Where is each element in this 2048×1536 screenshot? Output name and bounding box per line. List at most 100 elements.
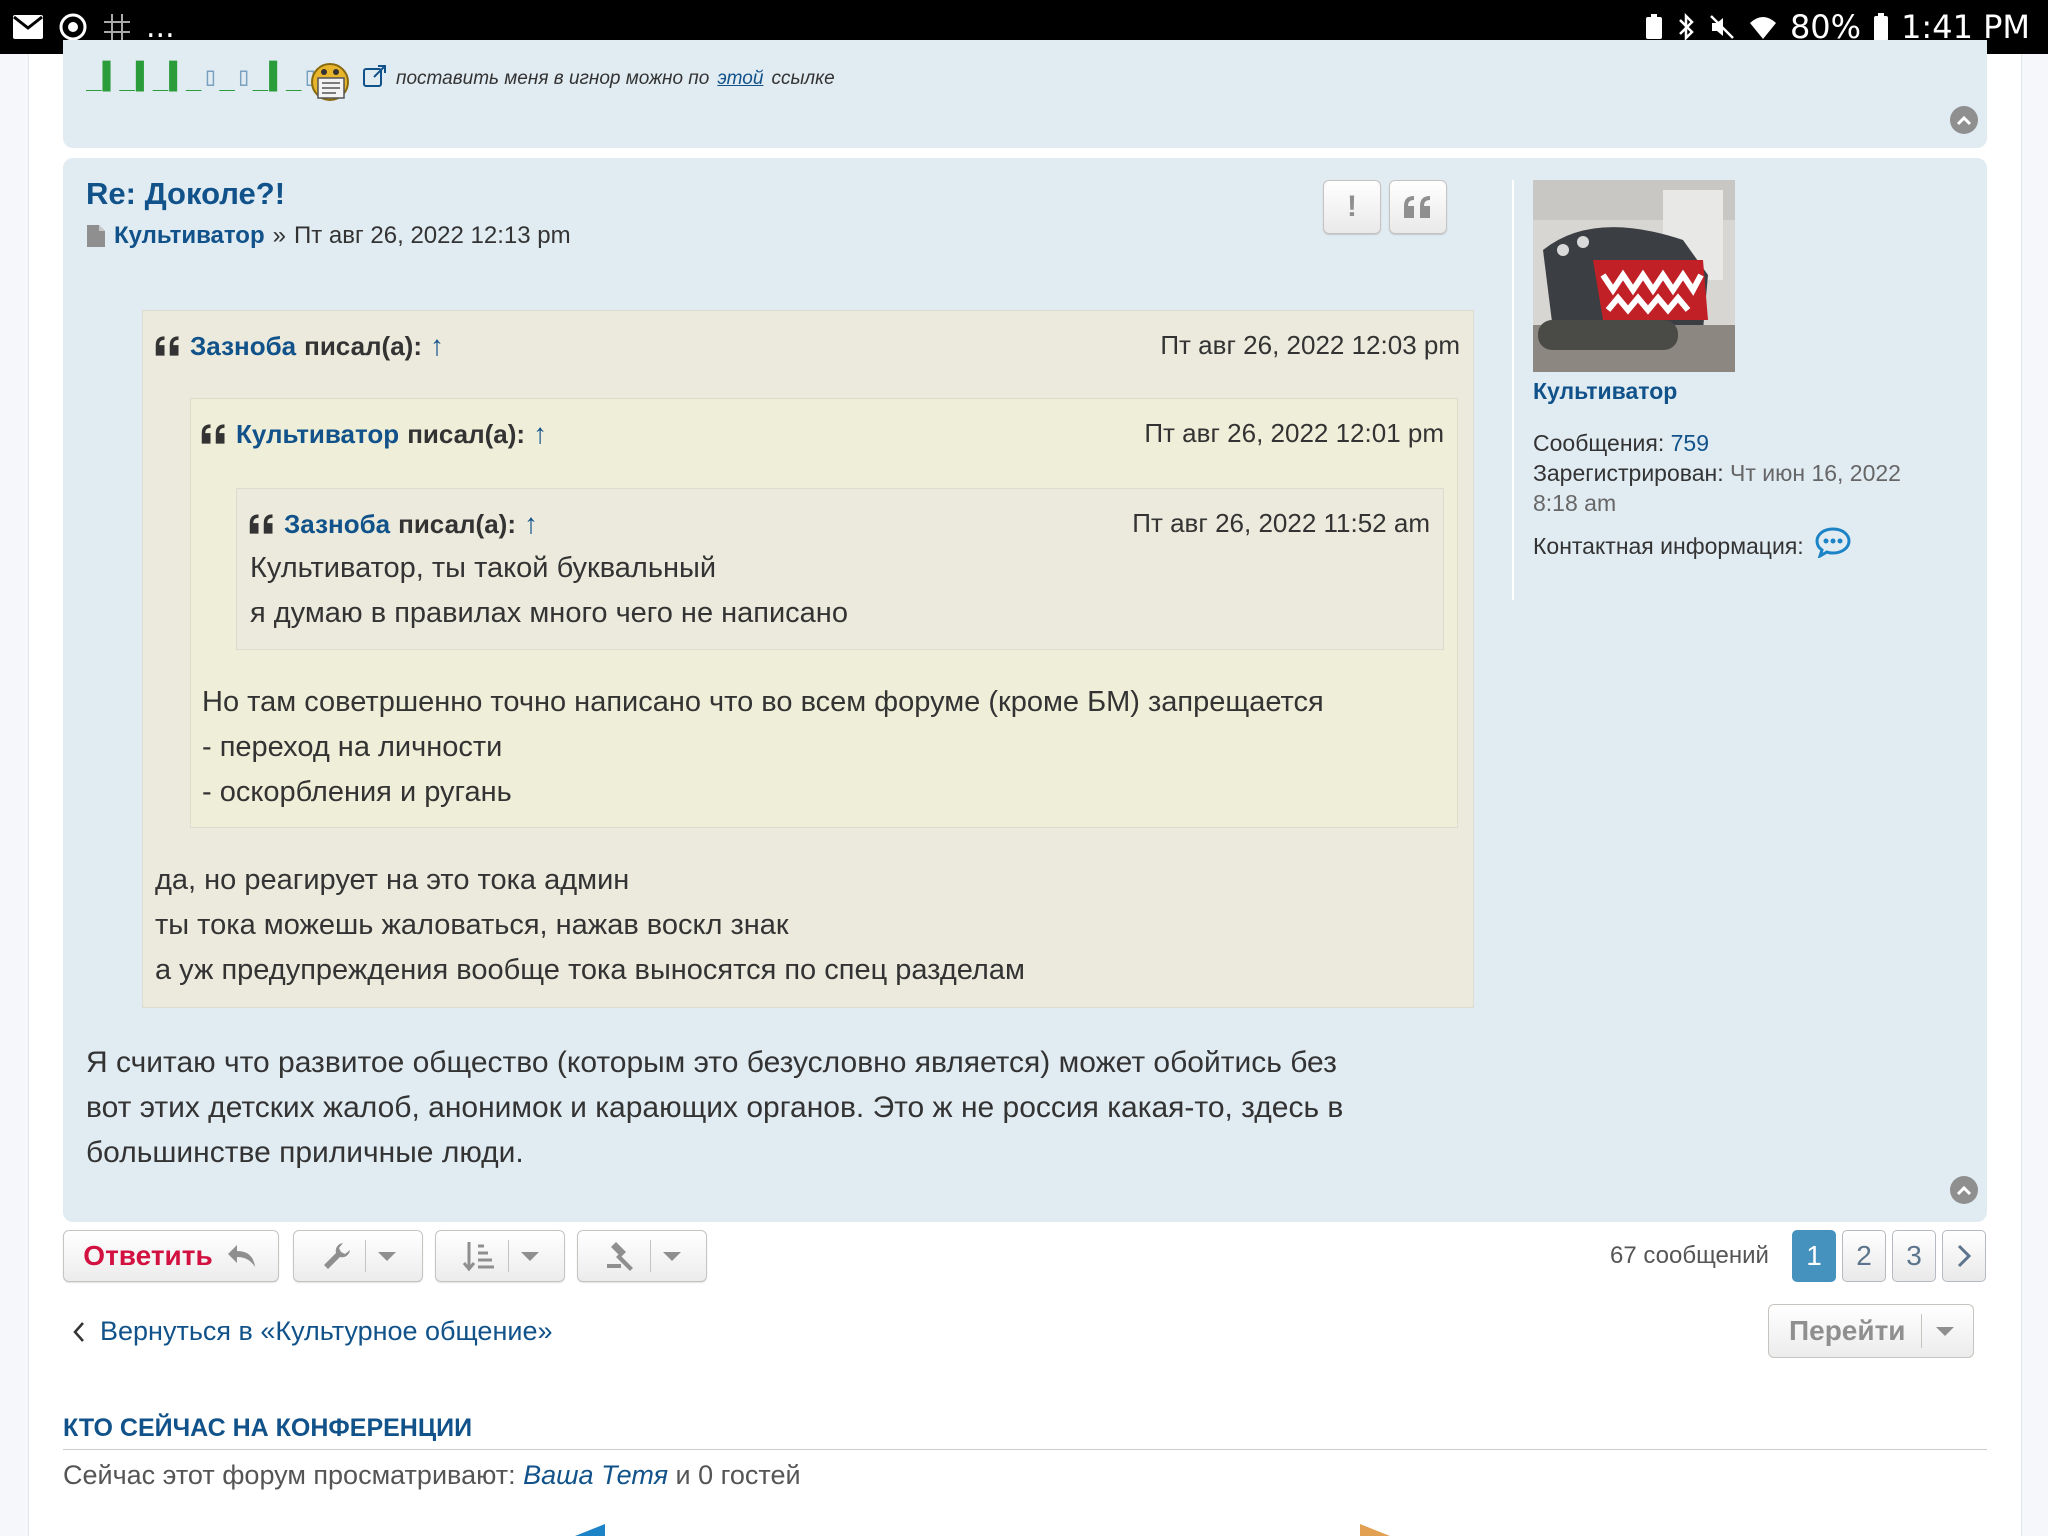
caret-down-icon [1936,1326,1954,1336]
online-user-link[interactable]: Ваша Тетя [523,1460,668,1490]
quote-middle-line: Но там советршенно точно написано что во… [202,686,1324,718]
caret-down-icon [662,1251,681,1261]
profile-posts: Сообщения: 759 [1533,428,1709,458]
battery-icon [1873,12,1889,42]
quote-middle-text: Но там советршенно точно написано что во… [202,680,1324,815]
signature-rating-bars: _▌_▌_▌_▯_▯_▌_▯_ [86,62,335,92]
quote-button[interactable] [1389,180,1447,234]
wifi-icon [1748,13,1778,41]
profile-contact-label: Контактная информация: [1533,532,1804,559]
profile-registered: Зарегистрирован: Чт июн 16, 2022 [1533,458,1901,488]
signature-emoji-icon [308,56,354,104]
gavel-icon [606,1242,633,1271]
post-author-link[interactable]: Культиватор [114,222,265,250]
signature-line: поставить меня в игнор можно по этой ссы… [362,64,835,94]
signature-ignore-link[interactable]: этой [717,68,763,90]
post-body-line: большинстве приличные люди. [86,1136,524,1169]
reply-arrow-icon [227,1245,255,1267]
pagination-page-1[interactable]: 1 [1792,1230,1836,1282]
quote-inner-date: Пт авг 26, 2022 11:52 am [1132,508,1430,538]
moderation-button[interactable] [577,1230,707,1282]
quote-icon [155,336,179,356]
quote-icon [1404,196,1430,218]
quote-middle-line: - переход на личности [202,731,503,763]
caret-down-icon [520,1251,539,1261]
chevron-right-icon [1957,1244,1972,1268]
exclamation-icon: ! [1347,190,1357,223]
wrench-icon [323,1243,350,1269]
quote-icon [201,424,225,444]
divider [63,1449,1987,1450]
signature-text-after: ссылке [771,68,835,89]
button-separator [364,1240,366,1272]
quote-inner-line: я думаю в правилах много чего не написан… [250,597,848,629]
quote-outer-text: да, но реагирует на это тока админ ты то… [155,858,1025,993]
post-meta: Культиватор » Пт авг 26, 2022 12:13 pm [86,222,571,250]
profile-registered-value: Чт июн 16, 2022 [1730,460,1901,486]
reply-button-label: Ответить [83,1240,213,1271]
profile-posts-value[interactable]: 759 [1671,430,1709,456]
post-body: Я считаю что развитое общество (которым … [86,1040,1486,1175]
quote-outer-date: Пт авг 26, 2022 12:03 pm [1160,330,1460,360]
grid-icon [102,12,132,42]
report-button[interactable]: ! [1323,180,1381,234]
quote-middle-source-arrow-icon[interactable]: ↑ [533,418,547,450]
quote-middle-author[interactable]: Культиватор [236,419,399,450]
profile-registered-time: 8:18 am [1533,490,1617,516]
mute-icon [1708,13,1736,41]
sort-icon [462,1242,494,1272]
pagination-page-3[interactable]: 3 [1892,1230,1936,1282]
post-count: 67 сообщений [1610,1242,1769,1269]
button-separator [1921,1314,1922,1348]
chevron-up-icon [1956,1185,1972,1196]
quote-inner-source-arrow-icon[interactable]: ↑ [524,508,538,540]
sync-icon [58,12,88,42]
post-body-line: вот этих детских жалоб, анонимок и караю… [86,1091,1344,1124]
chat-bubble-icon[interactable] [1814,526,1852,565]
footer-shape-orange [1360,1524,1390,1536]
quote-inner-line: Культиватор, ты такой буквальный [250,552,717,584]
quote-middle-wrote: писал(а): [407,418,526,449]
profile-username[interactable]: Культиватор [1533,378,1677,405]
profile-registered-label: Зарегистрирован: [1533,460,1724,486]
quote-middle-header: Культиватор писал(а): ↑ [200,418,547,450]
quote-outer-source-arrow-icon[interactable]: ↑ [430,330,444,362]
profile-divider [1512,180,1514,600]
sort-button[interactable] [435,1230,565,1282]
reply-button[interactable]: Ответить [63,1230,279,1282]
who-is-online-prefix: Сейчас этот форум просматривают: [63,1460,516,1490]
external-link-icon [362,64,388,94]
pagination-page-2[interactable]: 2 [1842,1230,1886,1282]
post-meta-separator: » [272,222,286,249]
back-to-top-button[interactable] [1950,1176,1978,1204]
back-to-forum-link[interactable]: Вернуться в «Культурное общение» [72,1316,552,1347]
caret-down-icon [377,1251,396,1261]
quote-outer-line: да, но реагирует на это тока админ [155,864,630,896]
who-is-online-title[interactable]: КТО СЕЙЧАС НА КОНФЕРЕНЦИИ [63,1414,472,1443]
back-to-top-button[interactable] [1950,106,1978,134]
post-title[interactable]: Re: Доколе?! [86,176,285,212]
quote-outer-author[interactable]: Зазноба [190,331,296,362]
quote-inner-author[interactable]: Зазноба [284,509,390,540]
who-is-online-text: Сейчас этот форум просматривают: Ваша Те… [63,1460,801,1491]
quote-outer-line: а уж предупреждения вообще тока выносятс… [155,954,1025,986]
quote-outer-line: ты тока можешь жаловаться, нажав воскл з… [155,909,789,941]
footer-shape-blue [575,1524,605,1536]
topic-tools-button[interactable] [293,1230,423,1282]
quote-icon [249,514,273,534]
quote-middle-date: Пт авг 26, 2022 12:01 pm [1144,418,1444,448]
mail-icon [12,14,44,40]
jump-to-label: Перейти [1789,1315,1906,1346]
avatar[interactable] [1533,180,1735,372]
post-body-line: Я считаю что развитое общество (которым … [86,1046,1337,1079]
button-separator [507,1240,509,1272]
quote-inner-wrote: писал(а): [398,508,516,539]
back-link-label: Вернуться в «Культурное общение» [100,1316,553,1346]
pagination-next-button[interactable] [1942,1230,1986,1282]
jump-to-button[interactable]: Перейти [1768,1304,1974,1358]
quote-outer-header: Зазноба писал(а): ↑ [154,330,444,362]
button-separator [649,1240,651,1272]
chevron-left-icon [73,1321,84,1342]
signature-text-before: поставить меня в игнор можно по [396,68,710,89]
bluetooth-icon [1676,12,1696,42]
